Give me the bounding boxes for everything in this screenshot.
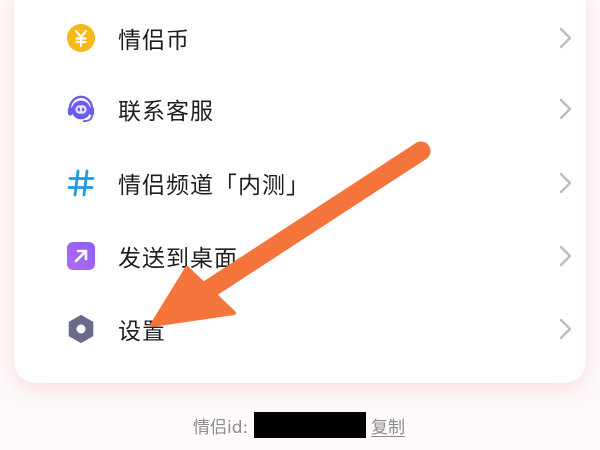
menu-item-label: 情侣频道「内测」 xyxy=(118,173,310,199)
hashtag-icon xyxy=(66,168,96,198)
menu-item-send-to-desktop[interactable]: 发送到桌面 xyxy=(14,219,586,293)
menu-item-label: 设置 xyxy=(118,319,166,345)
couple-id-label: 情侣id: xyxy=(193,418,249,438)
send-to-desktop-arrow-icon xyxy=(66,241,96,271)
yen-coin-icon xyxy=(66,23,96,53)
customer-service-robot-icon xyxy=(66,94,96,124)
menu-item-couple-channel[interactable]: 情侣频道「内测」 xyxy=(14,146,586,220)
redacted-id-value xyxy=(254,412,366,438)
menu-item-label: 发送到桌面 xyxy=(118,246,238,272)
menu-item-label: 情侣币 xyxy=(118,28,190,54)
chevron-right-icon xyxy=(554,169,576,197)
couple-id-footer: 情侣id: 复制 xyxy=(0,412,600,440)
menu-item-settings[interactable]: 设置 xyxy=(14,292,586,366)
menu-item-label: 联系客服 xyxy=(118,99,214,125)
chevron-right-icon xyxy=(554,242,576,270)
chevron-right-icon xyxy=(554,315,576,343)
chevron-right-icon xyxy=(554,95,576,123)
menu-item-contact-support[interactable]: 联系客服 xyxy=(14,72,586,146)
chevron-right-icon xyxy=(554,24,576,52)
copy-id-link[interactable]: 复制 xyxy=(371,413,405,438)
gear-icon xyxy=(66,314,96,344)
menu-item-couple-coins[interactable]: 情侣币 xyxy=(14,1,586,75)
